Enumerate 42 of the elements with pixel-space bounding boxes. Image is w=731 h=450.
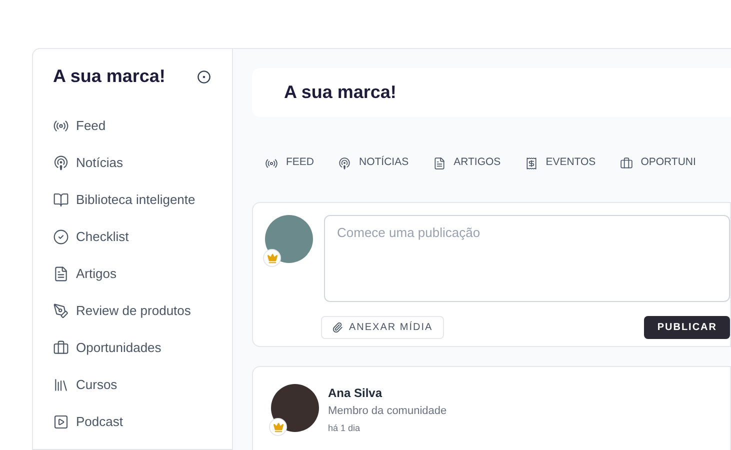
sidebar-item[interactable]: Podcast: [53, 412, 212, 432]
book-icon: [53, 192, 69, 208]
paperclip-icon: [332, 322, 343, 333]
sidebar-item[interactable]: Notícias: [53, 153, 212, 173]
sidebar-item[interactable]: Checklist: [53, 227, 212, 247]
avatar-photo: [271, 384, 319, 432]
author-role: Membro da comunidade: [328, 404, 447, 419]
pen-icon: [53, 303, 69, 319]
attach-media-button[interactable]: ANEXAR MÍDIA: [321, 316, 444, 339]
signal-icon: [338, 156, 352, 170]
sidebar-item[interactable]: Artigos: [53, 264, 212, 284]
crown-badge: [269, 418, 287, 436]
document-icon: [53, 266, 69, 282]
nav-tab[interactable]: FEED: [265, 155, 314, 171]
post-input[interactable]: Comece uma publicação: [324, 215, 730, 302]
books-icon: [53, 377, 69, 393]
nav-tab[interactable]: OPORTUNI: [620, 155, 696, 171]
avatar-photo: [265, 215, 313, 263]
nav-tab[interactable]: ARTIGOS: [432, 155, 501, 171]
nav-tab[interactable]: EVENTOS: [524, 155, 596, 171]
receipt-icon: [524, 156, 538, 170]
publish-button[interactable]: PUBLICAR: [644, 316, 730, 339]
author-name: Ana Silva: [328, 385, 384, 402]
signal-icon: [53, 155, 69, 171]
broadcast-icon: [53, 118, 69, 134]
document-icon: [432, 156, 446, 170]
play-icon: [53, 414, 69, 430]
nav-tab[interactable]: NOTÍCIAS: [338, 155, 409, 171]
post-time: há 1 dia: [328, 422, 362, 434]
sidebar-item[interactable]: Review de produtos: [53, 301, 212, 321]
crown-badge: [263, 249, 281, 267]
page-title: A sua marca!: [284, 81, 396, 104]
broadcast-icon: [265, 156, 278, 170]
briefcase-icon: [620, 156, 633, 170]
brand-title: A sua marca!: [53, 65, 166, 88]
sidebar-item[interactable]: Cursos: [53, 375, 212, 395]
sidebar-item[interactable]: Oportunidades: [53, 338, 212, 358]
sidebar-item[interactable]: Biblioteca inteligente: [53, 190, 212, 210]
check-circle-icon: [53, 229, 69, 245]
circle-dot-icon[interactable]: [197, 70, 211, 84]
sidebar-item[interactable]: Feed: [53, 116, 212, 136]
briefcase-icon: [53, 340, 69, 356]
